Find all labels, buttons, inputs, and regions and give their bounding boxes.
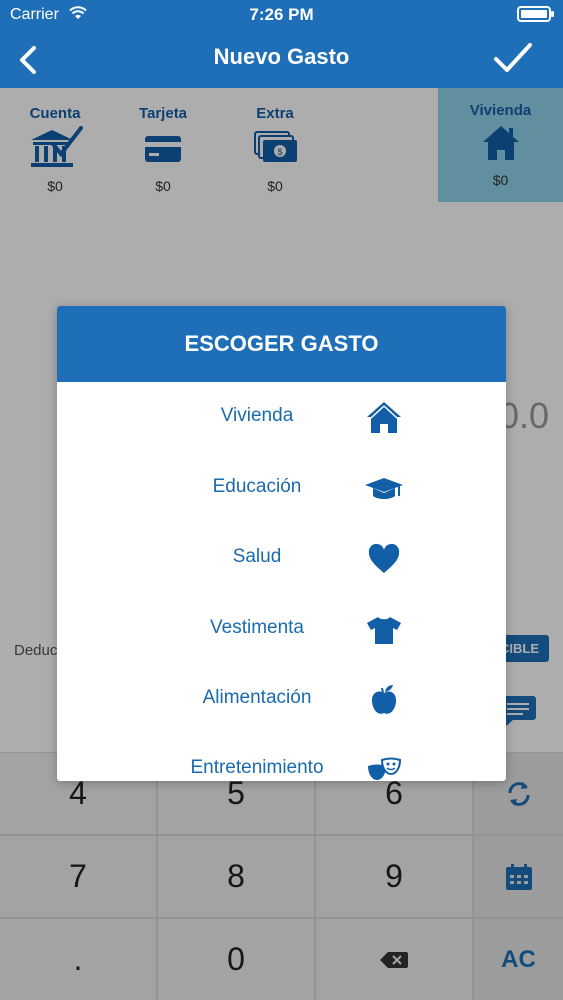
option-salud[interactable]: Salud — [57, 529, 506, 589]
apple-icon — [364, 682, 404, 718]
option-vestimenta[interactable]: Vestimenta — [57, 600, 506, 660]
dialog-title: ESCOGER GASTO — [57, 306, 506, 382]
theater-masks-icon — [364, 752, 404, 781]
option-alimentacion[interactable]: Alimentación — [57, 670, 506, 730]
page-title: Nuevo Gasto — [213, 44, 350, 69]
option-label: Alimentación — [202, 687, 312, 708]
option-label: Vestimenta — [210, 617, 304, 638]
option-educacion[interactable]: Educación — [57, 459, 506, 519]
nav-bar: Nuevo Gasto — [0, 30, 563, 88]
heart-icon — [364, 541, 404, 577]
option-entretenimiento[interactable]: Entretenimiento — [57, 740, 506, 781]
status-time: 7:26 PM — [249, 5, 314, 24]
house-icon — [364, 400, 404, 436]
option-label: Entretenimiento — [190, 757, 324, 778]
status-bar: Carrier 7:26 PM — [0, 0, 563, 30]
option-label: Educación — [212, 476, 302, 497]
option-label: Vivienda — [220, 405, 294, 426]
option-vivienda[interactable]: Vivienda — [57, 388, 506, 448]
battery-icon — [517, 6, 554, 22]
graduation-cap-icon — [364, 471, 404, 507]
tshirt-icon — [364, 612, 404, 648]
choose-expense-dialog: ESCOGER GASTO Vivienda Educación Salud V… — [57, 306, 506, 781]
checkmark-icon[interactable] — [491, 38, 535, 78]
option-label: Salud — [232, 546, 282, 567]
